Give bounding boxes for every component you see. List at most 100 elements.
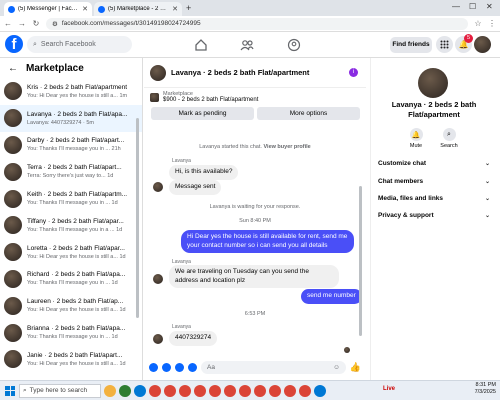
reload-icon[interactable]: ↻ xyxy=(32,19,40,28)
bookmark-star-icon[interactable]: ☆ xyxy=(474,19,482,28)
system-clock[interactable]: 8:31 PM 7/3/2025 xyxy=(475,382,496,396)
seen-avatar xyxy=(344,347,350,353)
find-friends-button[interactable]: Find friends xyxy=(390,37,432,53)
url-field[interactable]: ⚙ facebook.com/messages/t/30149198024724… xyxy=(46,17,468,30)
conversation-item[interactable]: Keith · 2 beds 2 bath Flat/apartm... You:… xyxy=(0,185,142,212)
browser-tab-messenger[interactable]: (5) Messenger | Facebook ✕ xyxy=(4,2,92,16)
browser-tab-marketplace[interactable]: (5) Marketplace - 2 beds 2 ba ✕ xyxy=(94,2,182,16)
windows-start-icon[interactable] xyxy=(5,385,15,396)
facebook-logo[interactable]: f xyxy=(5,35,23,53)
chat-avatar[interactable] xyxy=(150,64,166,81)
taskbar-app-icon[interactable] xyxy=(314,384,326,397)
windows-taskbar: ⌕ Type here to search Live 8:31 PM 7/3/2… xyxy=(0,380,500,400)
conversation-items: Kris · 2 beds 2 bath Flat/apartment You: … xyxy=(0,78,142,373)
privacy-support-item[interactable]: Privacy & support ⌄ xyxy=(378,212,490,219)
item-label: Privacy & support xyxy=(378,212,434,219)
chat-title[interactable]: Lavanya · 2 beds 2 bath Flat/apartment xyxy=(171,68,344,77)
home-icon[interactable] xyxy=(194,38,208,52)
conversation-item[interactable]: Kris · 2 beds 2 bath Flat/apartment You: … xyxy=(0,78,142,105)
view-buyer-profile-link[interactable]: View buyer profile xyxy=(263,144,310,150)
minimize-icon[interactable]: — xyxy=(452,2,460,11)
conversation-title: Brianna · 2 beds 2 bath Flat/apa... xyxy=(27,325,126,333)
conversation-item[interactable]: Terra · 2 beds 2 bath Flat/apart... Terra… xyxy=(0,158,142,185)
plus-icon[interactable] xyxy=(149,362,158,372)
camera-icon[interactable] xyxy=(162,362,171,372)
conversation-title: Terra · 2 beds 2 bath Flat/apart... xyxy=(27,164,122,172)
gif-icon[interactable] xyxy=(188,362,197,372)
friends-icon[interactable] xyxy=(240,38,254,52)
taskbar-app-icon[interactable] xyxy=(224,384,236,397)
live-news-label[interactable]: Live xyxy=(383,386,395,392)
sticker-icon[interactable] xyxy=(175,362,184,372)
taskbar-app-icon[interactable] xyxy=(164,384,176,397)
taskbar-app-icon[interactable] xyxy=(179,384,191,397)
forward-arrow-icon[interactable]: → xyxy=(18,19,26,28)
site-info-icon[interactable]: ⚙ xyxy=(52,20,58,28)
mark-as-pending-button[interactable]: Mark as pending xyxy=(151,107,254,120)
taskbar-app-icon[interactable] xyxy=(119,384,131,397)
incoming-message: Hi, is this available? xyxy=(169,165,239,180)
scrollbar[interactable] xyxy=(136,118,139,318)
chevron-down-icon: ⌄ xyxy=(484,196,490,202)
back-arrow-icon[interactable]: ← xyxy=(8,63,18,74)
new-tab-button[interactable]: + xyxy=(186,2,191,16)
chat-members-item[interactable]: Chat members ⌄ xyxy=(378,178,490,185)
waiting-notice: Lavanya is waiting for your response. xyxy=(209,204,301,210)
like-icon[interactable]: 👍 xyxy=(350,362,361,373)
taskbar-app-icon[interactable] xyxy=(149,384,161,397)
conversation-item[interactable]: Lavanya · 2 beds 2 bath Flat/apa... Lavan… xyxy=(0,104,142,132)
outgoing-message: send me number xyxy=(301,289,362,304)
more-options-button[interactable]: More options xyxy=(257,107,360,120)
conversation-avatar xyxy=(4,162,22,181)
conversation-snippet: You: Hi Dear yes the house is still a... xyxy=(27,253,118,260)
info-icon[interactable]: i xyxy=(349,68,358,77)
customize-chat-item[interactable]: Customize chat ⌄ xyxy=(378,160,490,167)
conversation-item[interactable]: Brianna · 2 beds 2 bath Flat/apa... You: … xyxy=(0,319,142,346)
conversation-time: 21h xyxy=(111,146,121,153)
scrollbar[interactable] xyxy=(359,186,362,336)
taskbar-search-input[interactable]: ⌕ Type here to search xyxy=(19,383,101,398)
listing-title: $900 - 2 beds 2 bath Flat/apartment xyxy=(163,97,259,103)
conversation-item[interactable]: Richard · 2 beds 2 bath Flat/apa... You: … xyxy=(0,266,142,293)
taskbar-app-icon[interactable] xyxy=(254,384,266,397)
emoji-icon[interactable]: ☺ xyxy=(333,361,340,374)
item-label: Chat members xyxy=(378,178,424,185)
grid-icon xyxy=(440,40,449,49)
close-tab-icon[interactable]: ✕ xyxy=(172,5,178,13)
maximize-icon[interactable]: ☐ xyxy=(469,2,476,11)
conversation-text: Keith · 2 beds 2 bath Flat/apartm... You:… xyxy=(27,191,138,206)
conversation-text: Kris · 2 beds 2 bath Flat/apartment You: … xyxy=(27,84,138,99)
conversation-time: 1d xyxy=(119,253,126,260)
facebook-search-input[interactable]: ⌕ Search Facebook xyxy=(27,36,132,53)
mute-label: Mute xyxy=(409,143,423,149)
conversation-item[interactable]: Laureen · 2 beds 2 bath Flat/ap... You: H… xyxy=(0,292,142,319)
conversation-item[interactable]: Janie · 2 beds 2 bath Flat/apart... You: … xyxy=(0,346,142,373)
search-in-chat-button[interactable]: ⌕ Search xyxy=(434,128,464,149)
conversation-item[interactable]: Darby · 2 beds 2 bath Flat/apart... You: … xyxy=(0,132,142,159)
taskbar-app-icon[interactable] xyxy=(209,384,221,397)
tab-title: (5) Messenger | Facebook xyxy=(18,6,79,12)
search-label: Search xyxy=(440,143,458,149)
taskbar-app-icon[interactable] xyxy=(239,384,251,397)
taskbar-app-icon[interactable] xyxy=(104,384,116,397)
browser-menu-icon[interactable]: ⋮ xyxy=(488,19,496,28)
message-placeholder: Aa xyxy=(207,363,215,371)
back-arrow-icon[interactable]: ← xyxy=(4,19,12,28)
listing-card[interactable]: Marketplace $900 - 2 beds 2 bath Flat/ap… xyxy=(150,91,360,103)
taskbar-app-icon[interactable] xyxy=(269,384,281,397)
profile-avatar[interactable] xyxy=(474,36,491,53)
mute-button[interactable]: 🔔 Mute xyxy=(401,128,431,149)
groups-icon[interactable] xyxy=(287,38,301,52)
taskbar-app-icon[interactable] xyxy=(134,384,146,397)
taskbar-app-icon[interactable] xyxy=(299,384,311,397)
close-tab-icon[interactable]: ✕ xyxy=(82,5,88,13)
close-window-icon[interactable]: ✕ xyxy=(486,2,493,11)
message-input[interactable]: Aa ☺ xyxy=(201,360,346,374)
taskbar-app-icon[interactable] xyxy=(194,384,206,397)
conversation-avatar xyxy=(4,135,22,154)
conversation-item[interactable]: Loretta · 2 beds 2 bath Flat/apar... You:… xyxy=(0,239,142,266)
conversation-item[interactable]: Tiffany · 2 beds 2 bath Flat/apar... You:… xyxy=(0,212,142,239)
taskbar-app-icon[interactable] xyxy=(284,384,296,397)
media-files-links-item[interactable]: Media, files and links ⌄ xyxy=(378,195,490,202)
menu-grid-button[interactable] xyxy=(436,36,453,53)
